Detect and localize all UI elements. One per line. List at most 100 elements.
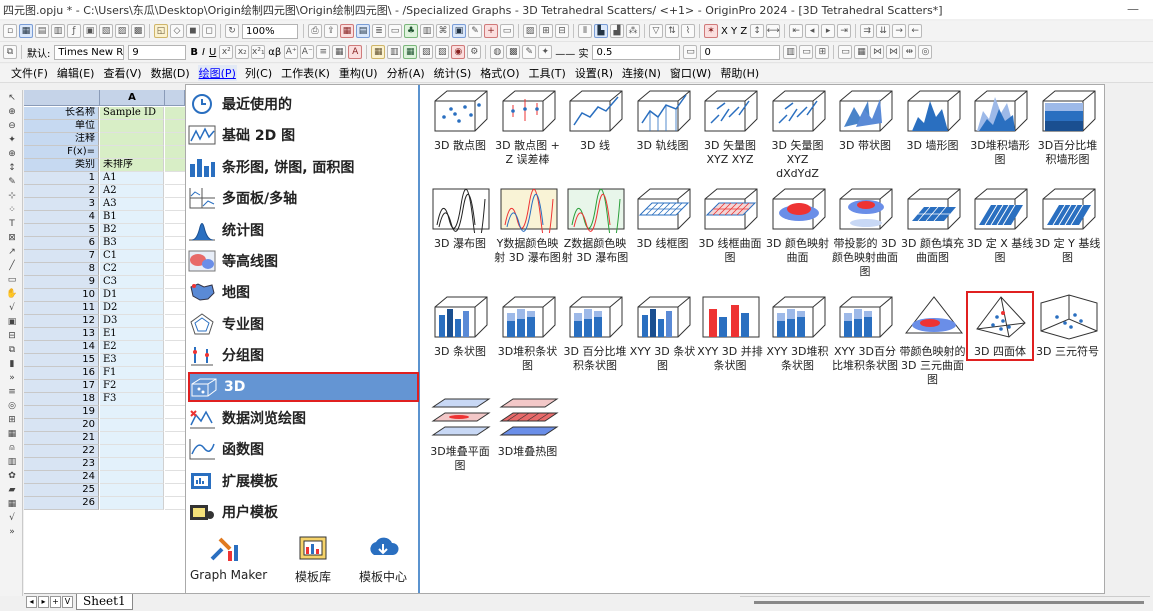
underline-button[interactable]: U (209, 47, 216, 58)
row-number[interactable]: 16 (24, 367, 99, 380)
category-item[interactable]: 等高线图 (188, 246, 419, 276)
table-cell[interactable]: B2 (100, 224, 164, 237)
graph-template-item[interactable]: 3D 矢量图 XYZ XYZ (696, 87, 764, 167)
table-cell-b[interactable] (165, 367, 185, 380)
split-icon[interactable]: ⇊ (876, 24, 891, 38)
recent-icon[interactable]: ▩ (131, 24, 145, 38)
sheet-next-icon[interactable]: ▸ (38, 596, 49, 608)
row-number[interactable]: 11 (24, 302, 99, 315)
arrow-tool-icon[interactable]: ↗ (2, 245, 22, 258)
column-header-a[interactable]: A (100, 90, 165, 106)
add-sheet-button[interactable]: + (50, 596, 61, 608)
category-item[interactable]: 统计图 (188, 215, 419, 245)
open-folder-icon[interactable]: ◱ (154, 24, 168, 38)
sheet-corner[interactable] (24, 90, 100, 106)
text-tool-icon[interactable]: T (2, 217, 22, 230)
graph-template-item[interactable]: 带颜色映射的 3D 三元曲面图 (899, 293, 967, 387)
graph-template-item[interactable]: 3D 线框曲面图 (696, 185, 764, 265)
row-number[interactable]: 25 (24, 484, 99, 497)
font-size-dropdown[interactable]: 9 (128, 44, 187, 60)
table-cell-b[interactable] (165, 211, 185, 224)
graph-template-item[interactable]: 3D 矢量图 XYZ dXdYdZ (764, 87, 832, 181)
shape-tool-icon[interactable]: ▭ (2, 273, 22, 286)
category-item[interactable]: 最近使用的 (188, 89, 419, 119)
table-cell[interactable]: D3 (100, 315, 164, 328)
table-icon[interactable]: ⊞ (815, 45, 830, 59)
link-icon[interactable]: ✶ (704, 24, 718, 38)
menu-item[interactable]: 绘图(P) (197, 65, 237, 81)
meta-cell[interactable] (100, 133, 164, 146)
row-number[interactable]: 2 (24, 185, 99, 198)
sheet-prev-icon[interactable]: ◂ (26, 596, 37, 608)
meta-cell[interactable] (100, 146, 164, 159)
sheet-list-button[interactable]: V (62, 596, 73, 608)
table-cell[interactable]: C2 (100, 263, 164, 276)
graph-template-item[interactable]: 3D 条状图 (426, 293, 494, 359)
graph-template-item[interactable]: 3D 定 Y 基线图 (1034, 185, 1102, 265)
import-icon[interactable]: ◇ (170, 24, 184, 38)
table-cell-b[interactable] (165, 393, 185, 406)
row-number[interactable]: 22 (24, 445, 99, 458)
table-cell[interactable]: D2 (100, 302, 164, 315)
mask-icon[interactable]: ▨ (523, 24, 537, 38)
menu-item[interactable]: 查看(V) (102, 65, 142, 81)
calendar-icon[interactable]: ▦ (2, 427, 22, 440)
superscript-icon[interactable]: x² (219, 45, 234, 59)
export-icon[interactable]: ⇪ (324, 24, 338, 38)
graph-template-item[interactable]: 3D 颜色填充曲面图 (899, 185, 967, 265)
menu-item[interactable]: 列(C) (244, 65, 273, 81)
graph-template-item[interactable]: 3D 四面体 (966, 291, 1034, 361)
menu-item[interactable]: 工具(T) (528, 65, 567, 81)
graph-template-item[interactable]: 3D 轨线图 (629, 87, 697, 153)
new-matrix-icon[interactable]: ▥ (51, 24, 65, 38)
graph-template-item[interactable]: 3D 瀑布图 (426, 185, 494, 251)
menu-item[interactable]: 连接(N) (621, 65, 662, 81)
table-cell-b[interactable] (165, 263, 185, 276)
open-icon[interactable]: ▨ (115, 24, 129, 38)
table-cell-b[interactable] (165, 471, 185, 484)
meta-cell[interactable]: Sample ID (100, 107, 164, 120)
graph-template-item[interactable]: 3D 三元符号 (1034, 293, 1102, 359)
row-number[interactable]: 10 (24, 289, 99, 302)
row-number[interactable]: 15 (24, 354, 99, 367)
graph-template-item[interactable]: 3D 线 (561, 87, 629, 153)
graph-template-item[interactable]: XYY 3D 条状图 (629, 293, 697, 373)
bold-button[interactable]: B (190, 47, 198, 58)
pan-icon[interactable]: ✦ (2, 133, 22, 146)
table-cell[interactable]: E3 (100, 354, 164, 367)
meta-cell-b[interactable] (165, 120, 185, 133)
table-cell[interactable] (100, 497, 164, 510)
table-cell-b[interactable] (165, 198, 185, 211)
category-item[interactable]: 函数图 (188, 434, 419, 464)
category-item[interactable]: 扩展模板 (188, 466, 419, 496)
table-cell-b[interactable] (165, 341, 185, 354)
column-tool-icon[interactable]: ▥ (2, 455, 22, 468)
filter-icon[interactable]: ▽ (649, 24, 663, 38)
graph-template-item[interactable]: XYY 3D堆积条状图 (764, 293, 832, 373)
graph-template-item[interactable]: 带投影的 3D 颜色映射曲面图 (831, 185, 899, 279)
row-number[interactable]: 9 (24, 276, 99, 289)
pointer-icon[interactable]: ↖ (2, 91, 22, 104)
sort-icon[interactable]: ⇅ (665, 24, 679, 38)
gradient-icon[interactable]: ▥ (783, 45, 798, 59)
line-plot-icon[interactable]: ▙ (594, 24, 608, 38)
pattern-icon[interactable]: ▩ (506, 45, 521, 59)
category-item[interactable]: 数据浏览绘图 (188, 403, 419, 433)
gene-icon[interactable]: ✿ (2, 469, 22, 482)
prev-page-icon[interactable]: ◂ (805, 24, 820, 38)
open-excel-icon[interactable]: ▧ (99, 24, 113, 38)
meta-cell-b[interactable] (165, 133, 185, 146)
new-graph-icon[interactable]: ▤ (35, 24, 49, 38)
bottom-tool-button[interactable]: Graph Maker (190, 530, 267, 585)
graph-template-item[interactable]: 3D堆积条状图 (494, 293, 562, 373)
row-number[interactable]: 7 (24, 250, 99, 263)
image-tool-icon[interactable]: ▣ (2, 315, 22, 328)
expand-icon[interactable]: ⋈ (886, 45, 901, 59)
meta-cell-b[interactable] (165, 159, 185, 172)
range-icon[interactable]: ⟷ (766, 24, 781, 38)
menu-item[interactable]: 分析(A) (386, 65, 426, 81)
table-cell[interactable] (100, 484, 164, 497)
sqrt-tool-icon[interactable]: √ (2, 511, 22, 524)
meta-cell-b[interactable] (165, 107, 185, 120)
graph-template-item[interactable]: 3D 带状图 (831, 87, 899, 153)
